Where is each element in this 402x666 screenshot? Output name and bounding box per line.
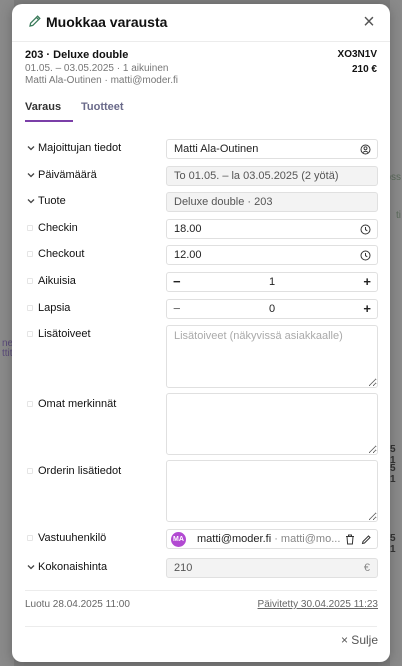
- checkin-label: Checkin: [38, 222, 78, 234]
- host-value: Matti Ala-Outinen: [174, 143, 259, 155]
- checkout-field[interactable]: 12.00: [166, 245, 378, 265]
- row-marker: [27, 535, 33, 541]
- total-field[interactable]: 210 €: [166, 558, 378, 578]
- bg-fragment: ttit: [2, 348, 13, 359]
- date-field[interactable]: To 01.05. – la 03.05.2025 (2 yötä): [166, 166, 378, 186]
- responsible-label: Vastuuhenkilö: [38, 532, 107, 544]
- modal-title: Muokkaa varausta: [46, 14, 168, 30]
- children-label: Lapsia: [38, 302, 71, 314]
- product-field[interactable]: Deluxe double · 203: [166, 192, 378, 212]
- summary-dates: 01.05. – 03.05.2025 · 1 aikuinen: [25, 63, 169, 74]
- active-tab-indicator: [25, 120, 73, 122]
- host-field[interactable]: Matti Ala-Outinen: [166, 139, 378, 159]
- date-value: To 01.05. – la 03.05.2025 (2 yötä): [174, 170, 339, 182]
- responsible-sub: · matti@mo...: [271, 533, 341, 545]
- summary-guest: Matti Ala-Outinen · matti@moder.fi: [25, 75, 178, 86]
- bg-fragment: ti: [396, 210, 401, 221]
- reservation-code: XO3N1V: [337, 49, 377, 60]
- adults-stepper: − 1 +: [166, 272, 378, 292]
- order-info-label: Orderin lisätiedot: [38, 465, 122, 477]
- own-notes-textarea[interactable]: [166, 393, 378, 455]
- adults-value[interactable]: 1: [167, 273, 377, 291]
- divider: [25, 626, 377, 627]
- host-label: Majoittujan tiedot: [38, 142, 122, 154]
- chevron-down-icon[interactable]: [26, 143, 36, 153]
- row-marker: [27, 401, 33, 407]
- row-marker: [27, 278, 33, 284]
- product-label: Tuote: [38, 195, 66, 207]
- checkout-label: Checkout: [38, 248, 85, 260]
- reservation-summary: 203 · Deluxe double 01.05. – 03.05.2025 …: [25, 49, 377, 86]
- edit-reservation-modal: Muokkaa varausta × 203 · Deluxe double 0…: [12, 4, 390, 662]
- extra-requests-textarea[interactable]: [166, 325, 378, 388]
- background-app-right: oss ti 5 1 5 1 5 1: [385, 0, 402, 666]
- row-marker: [27, 331, 33, 337]
- checkin-value: 18.00: [174, 223, 202, 235]
- checkin-field[interactable]: 18.00: [166, 219, 378, 239]
- total-value: 210: [174, 562, 193, 574]
- divider: [25, 590, 377, 591]
- row-marker: [27, 251, 33, 257]
- chevron-down-icon[interactable]: [26, 562, 36, 572]
- clock-icon[interactable]: [360, 224, 371, 235]
- children-increment-button[interactable]: +: [363, 300, 371, 318]
- tab-varaus[interactable]: Varaus: [25, 101, 61, 113]
- adults-label: Aikuisia: [38, 275, 76, 287]
- modal-header: Muokkaa varausta ×: [12, 4, 390, 42]
- own-notes-label: Omat merkinnät: [38, 398, 117, 410]
- user-circle-icon[interactable]: [360, 144, 371, 155]
- responsible-email: matti@moder.fi: [197, 533, 272, 545]
- created-timestamp: Luotu 28.04.2025 11:00: [25, 599, 130, 610]
- row-marker: [27, 305, 33, 311]
- updated-timestamp-link[interactable]: Päivitetty 30.04.2025 11:23: [258, 599, 378, 610]
- checkout-value: 12.00: [174, 249, 202, 261]
- chevron-down-icon[interactable]: [26, 170, 36, 180]
- close-icon[interactable]: ×: [358, 11, 380, 33]
- children-stepper: − 0 +: [166, 299, 378, 319]
- row-marker: [27, 468, 33, 474]
- chevron-down-icon[interactable]: [26, 196, 36, 206]
- children-value[interactable]: 0: [167, 300, 377, 318]
- responsible-field[interactable]: MA matti@moder.fi · matti@mo...: [166, 529, 378, 549]
- extra-label: Lisätoiveet: [38, 328, 91, 340]
- product-value: Deluxe double · 203: [174, 196, 273, 208]
- bg-fragment: 5 1: [390, 463, 396, 485]
- trash-icon[interactable]: [345, 534, 355, 545]
- tab-tuotteet[interactable]: Tuotteet: [81, 101, 124, 113]
- pencil-icon: [29, 15, 41, 27]
- bg-fragment: 5 1: [390, 533, 396, 555]
- order-info-textarea[interactable]: [166, 460, 378, 522]
- summary-title: 203 · Deluxe double: [25, 49, 129, 61]
- pencil-icon[interactable]: [361, 534, 372, 545]
- avatar: MA: [171, 532, 186, 547]
- currency-symbol: €: [363, 562, 370, 574]
- clock-icon[interactable]: [360, 250, 371, 261]
- total-label: Kokonaishinta: [38, 561, 108, 573]
- row-marker: [27, 225, 33, 231]
- close-button[interactable]: × Sulje: [341, 633, 378, 647]
- responsible-value: matti@moder.fi · matti@mo...: [197, 530, 340, 548]
- date-label: Päivämäärä: [38, 169, 97, 181]
- adults-increment-button[interactable]: +: [363, 273, 371, 291]
- summary-price: 210 €: [351, 64, 377, 75]
